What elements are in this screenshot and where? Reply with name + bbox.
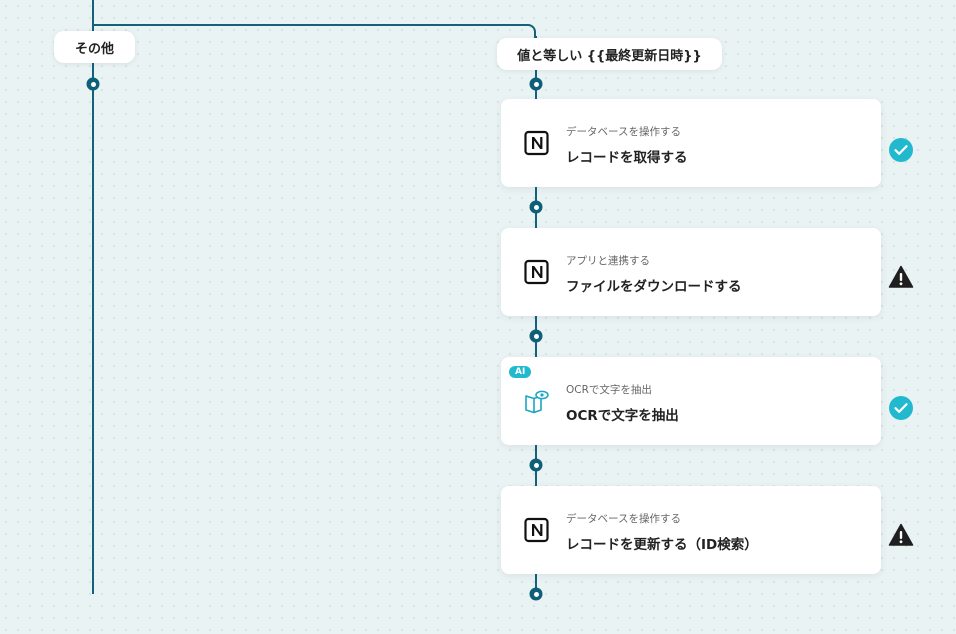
step-title: レコードを更新する（ID検索） bbox=[566, 537, 758, 553]
step-card-download-file[interactable]: アプリと連携する ファイルをダウンロードする bbox=[501, 228, 881, 316]
notion-icon bbox=[524, 517, 549, 543]
condition-branch-label[interactable]: 値と等しい {{最終更新日時}} bbox=[497, 38, 722, 70]
ocr-book-eye-icon bbox=[525, 390, 549, 414]
add-step-dot[interactable] bbox=[86, 77, 100, 91]
success-check-icon bbox=[889, 396, 913, 420]
condition-branch-text: 値と等しい {{最終更新日時}} bbox=[517, 48, 702, 64]
branch-corner bbox=[522, 24, 536, 38]
ai-badge: AI bbox=[509, 366, 532, 378]
warning-icon bbox=[888, 265, 914, 288]
step-title: レコードを取得する bbox=[566, 150, 688, 166]
warning-icon bbox=[888, 523, 914, 546]
add-step-dot[interactable] bbox=[529, 458, 543, 472]
step-card-ocr[interactable]: AI OCRで文字を抽出 OCRで文字を抽出 bbox=[501, 357, 881, 445]
step-category: アプリと連携する bbox=[566, 255, 650, 267]
branch-horizontal-line bbox=[92, 24, 524, 26]
step-title: ファイルをダウンロードする bbox=[566, 279, 742, 295]
notion-icon bbox=[524, 259, 549, 285]
add-step-dot[interactable] bbox=[529, 77, 543, 91]
step-category: データベースを操作する bbox=[566, 513, 681, 525]
else-branch-text: その他 bbox=[74, 41, 114, 57]
step-card-get-record[interactable]: データベースを操作する レコードを取得する bbox=[501, 99, 881, 187]
notion-icon bbox=[524, 130, 549, 156]
success-check-icon bbox=[889, 138, 913, 162]
add-step-dot[interactable] bbox=[529, 200, 543, 214]
step-card-update-record[interactable]: データベースを操作する レコードを更新する（ID検索） bbox=[501, 486, 881, 574]
add-step-dot[interactable] bbox=[529, 587, 543, 601]
step-title: OCRで文字を抽出 bbox=[566, 408, 679, 424]
add-step-dot[interactable] bbox=[529, 329, 543, 343]
step-category: OCRで文字を抽出 bbox=[566, 384, 652, 396]
else-branch-label[interactable]: その他 bbox=[54, 31, 135, 63]
step-category: データベースを操作する bbox=[566, 126, 681, 138]
